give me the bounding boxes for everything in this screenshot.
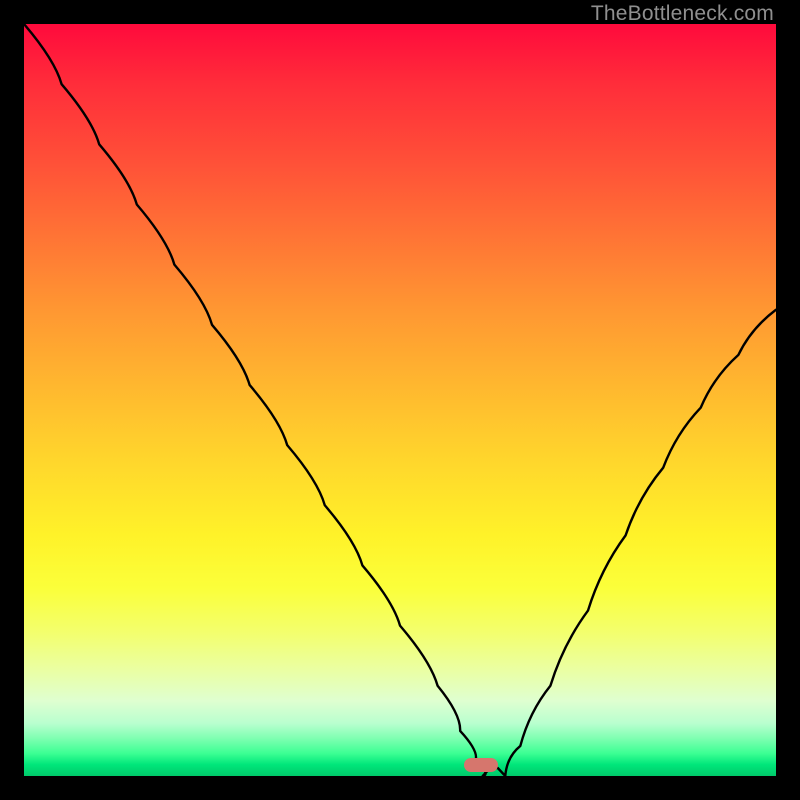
plot-area bbox=[24, 24, 776, 776]
optimal-point-marker bbox=[464, 758, 498, 772]
chart-frame: TheBottleneck.com bbox=[0, 0, 800, 800]
watermark-text: TheBottleneck.com bbox=[591, 2, 774, 26]
bottleneck-curve bbox=[24, 24, 776, 776]
